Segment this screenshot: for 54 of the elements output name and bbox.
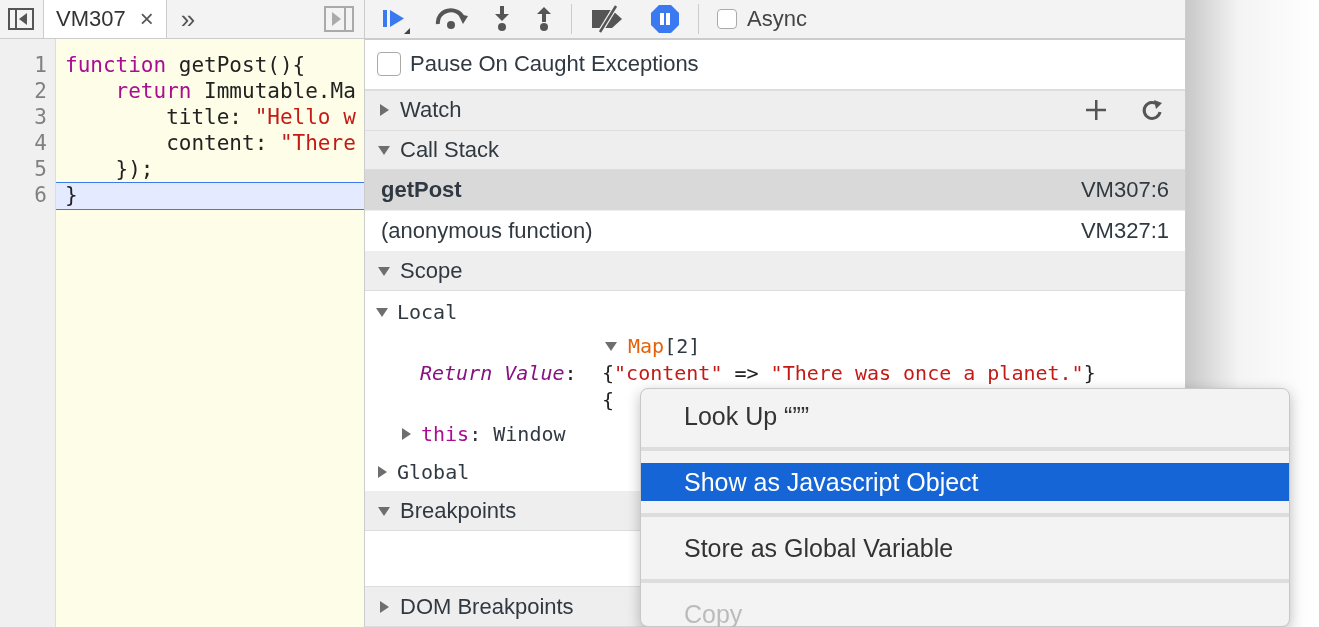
call-frame-row[interactable]: (anonymous function) VM327:1 (365, 211, 1185, 252)
collapsed-triangle-icon[interactable] (399, 427, 413, 442)
section-header[interactable]: Scope (365, 251, 1185, 292)
section-title: Watch (400, 97, 462, 124)
scope-name: Global (397, 460, 470, 485)
sidebar-toggle-icon[interactable] (8, 8, 34, 30)
code-line: }); (114, 156, 155, 182)
file-tab[interactable]: VM307 × (43, 0, 167, 38)
collapsed-triangle-icon[interactable] (375, 465, 389, 480)
checkbox[interactable] (377, 52, 401, 77)
step-out-icon[interactable] (535, 5, 553, 32)
function-name: getPost (381, 177, 462, 204)
code-line: content: "There (165, 130, 357, 156)
code-line: return Immutable.Ma (114, 78, 357, 104)
menu-item[interactable]: Show as Javascript Object (641, 463, 1289, 501)
code-line: title: "Hello w (165, 104, 357, 130)
add-icon[interactable] (1085, 99, 1107, 122)
more-tabs-button[interactable]: » (180, 3, 196, 35)
function-name: (anonymous function) (381, 217, 593, 244)
menu-item[interactable]: Store as Global Variable (641, 529, 1289, 567)
frame-location: VM327:1 (1080, 217, 1169, 244)
line-number: 6 (33, 182, 48, 208)
refresh-icon[interactable] (1141, 99, 1163, 122)
map-entry: {"content" => "There was once a planet."} (602, 359, 1096, 387)
frame-location: VM307:6 (1080, 177, 1169, 204)
pause-icon[interactable] (650, 3, 680, 34)
property: this: Window (421, 422, 566, 447)
code-line: function getPost(){ (64, 52, 307, 78)
property-name: Return Value: (420, 361, 578, 386)
scope-name: Local (397, 300, 458, 325)
checkbox-label: Pause On Caught Exceptions (410, 51, 699, 78)
section-title: Call Stack (400, 137, 500, 164)
collapsed-triangle-icon[interactable] (377, 599, 391, 614)
section-header[interactable]: Watch (365, 91, 1185, 131)
collapsed-triangle-icon[interactable] (377, 103, 391, 118)
async-label: Async (747, 5, 807, 32)
sidebar-toggle-icon[interactable] (324, 6, 354, 32)
checkbox[interactable] (717, 8, 737, 29)
section-title: Scope (400, 257, 463, 284)
line-number: 3 (33, 104, 48, 130)
type-label: Map[2] (628, 334, 701, 359)
step-over-icon[interactable] (435, 7, 469, 30)
menu-item[interactable]: Look Up “”” (641, 397, 1289, 435)
line-number: 5 (33, 156, 48, 182)
line-number: 2 (33, 78, 48, 104)
section-title: DOM Breakpoints (400, 593, 574, 620)
call-frame-row[interactable]: getPost VM307:6 (365, 170, 1185, 212)
line-number: 4 (33, 130, 48, 156)
section-title: Breakpoints (400, 497, 517, 524)
map-entry: { (602, 386, 615, 414)
step-into-icon[interactable] (493, 5, 511, 32)
line-number: 1 (33, 52, 48, 78)
section-header[interactable]: Call Stack (365, 130, 1185, 171)
close-icon[interactable]: × (139, 5, 154, 33)
